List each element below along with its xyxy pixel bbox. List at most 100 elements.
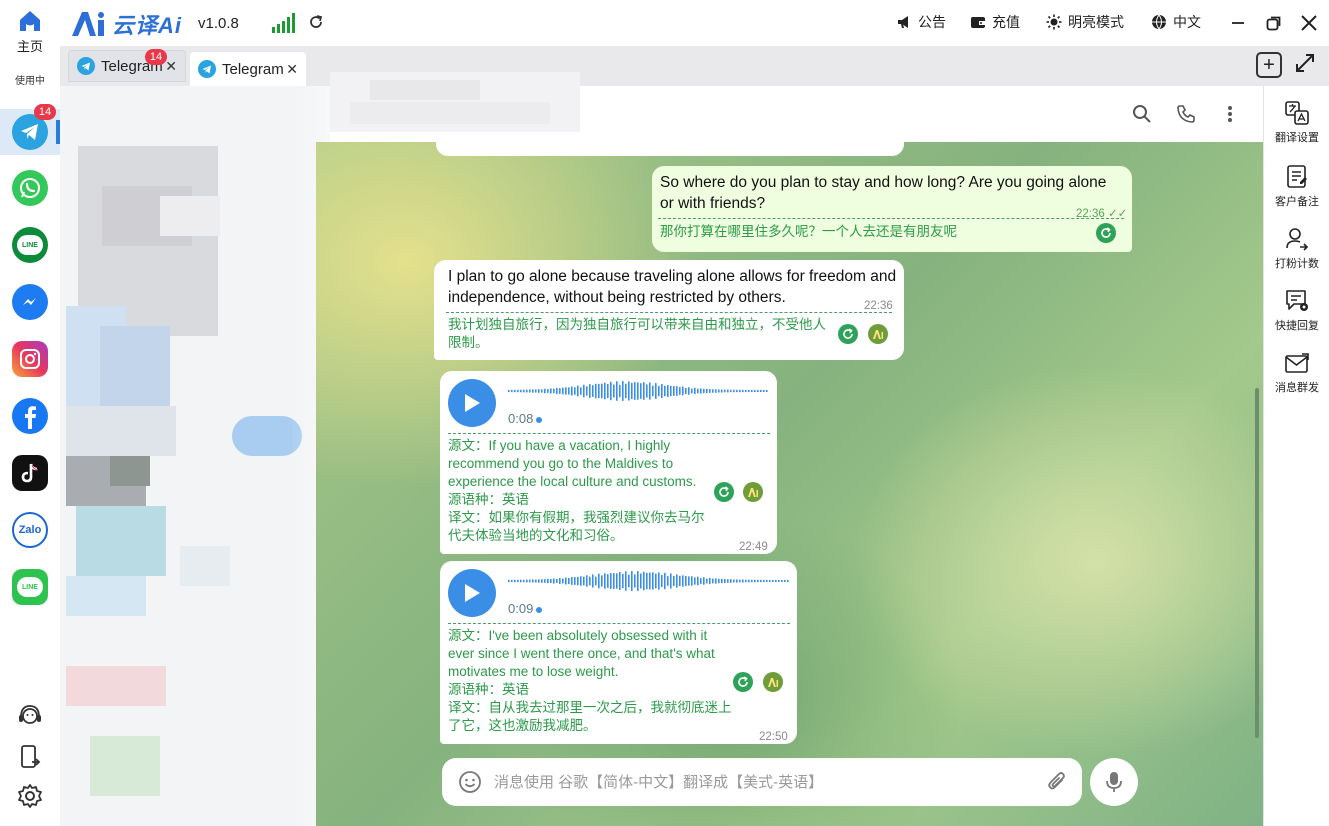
waveform-bar	[562, 578, 564, 584]
waveform-bar	[595, 383, 597, 399]
retranslate-button[interactable]	[733, 672, 753, 692]
wallet-icon	[971, 17, 985, 28]
ai-logo-icon	[72, 12, 104, 36]
attach-icon[interactable]	[1046, 770, 1068, 794]
message-bubble-incoming[interactable]: I plan to go alone because traveling alo…	[434, 260, 904, 360]
tab-telegram-1[interactable]: Telegram ✕ 14	[68, 49, 186, 82]
translation-label: 译文：	[448, 510, 489, 525]
sidebar-app-facebook[interactable]	[12, 398, 48, 434]
ai-translate-button[interactable]	[868, 324, 888, 344]
search-button[interactable]	[1130, 102, 1154, 126]
sidebar-app-tiktok[interactable]	[12, 455, 48, 491]
maximize-button[interactable]	[1263, 12, 1285, 34]
refresh-icon[interactable]	[308, 14, 324, 30]
tool-label: 客户备注	[1275, 196, 1319, 208]
retranslate-button[interactable]	[1096, 223, 1116, 243]
waveform-bar	[541, 579, 543, 583]
retranslate-button[interactable]	[838, 324, 858, 344]
minimize-button[interactable]	[1227, 12, 1249, 34]
tool-label: 翻译设置	[1275, 132, 1319, 144]
sidebar-app-messenger[interactable]	[12, 284, 48, 320]
restore-icon	[1266, 16, 1281, 31]
add-tab-button[interactable]: +	[1256, 52, 1282, 78]
tool-customer-notes[interactable]: 客户备注	[1264, 164, 1329, 209]
customer-service-button[interactable]	[14, 700, 46, 732]
voice-duration: 0:08	[508, 408, 543, 429]
tab-close-icon[interactable]: ✕	[286, 61, 298, 78]
sidebar-app-instagram[interactable]	[12, 341, 48, 377]
settings-button[interactable]	[14, 780, 46, 812]
chat-area: So where do you plan to stay and how lon…	[316, 142, 1263, 826]
retranslate-button[interactable]	[714, 482, 734, 502]
waveform-bar	[724, 578, 726, 584]
waveform-bar	[646, 384, 648, 398]
sidebar-app-line-2[interactable]: LINE	[12, 569, 48, 605]
translation-text: 我计划独自旅行，因为独自旅行可以带来自由和独立，不受他人限制。	[448, 317, 826, 350]
sidebar-app-line[interactable]: LINE	[12, 227, 48, 263]
home-button[interactable]: 主页	[8, 8, 52, 55]
tool-quick-reply[interactable]: 快捷回复	[1264, 288, 1329, 333]
chat-list-blurred[interactable]	[60, 86, 330, 826]
waveform-bar	[556, 388, 558, 394]
waveform-bar	[622, 381, 624, 401]
waveform-bar	[580, 576, 582, 586]
unplayed-dot	[536, 416, 543, 423]
emoji-icon[interactable]	[458, 770, 482, 794]
unplayed-dot	[536, 606, 543, 613]
ai-translate-button[interactable]	[743, 482, 763, 502]
waveform-bar	[775, 579, 777, 583]
translation-text: 自从我去过那里一次之后，我就彻底迷上了它，这也激励我减肥。	[448, 700, 732, 733]
waveform-bar	[757, 579, 759, 583]
waveform-bar	[640, 573, 642, 589]
waveform-bar	[520, 389, 522, 393]
waveform-bar	[514, 579, 516, 583]
chat-scrollbar[interactable]	[1255, 388, 1259, 738]
tab-close-icon[interactable]: ✕	[165, 58, 177, 75]
minimize-icon	[1232, 22, 1244, 24]
sidebar-app-zalo[interactable]: Zalo	[12, 512, 48, 548]
waveform-bar	[781, 579, 783, 583]
voice-record-button[interactable]	[1090, 758, 1138, 806]
ai-translate-button[interactable]	[763, 672, 783, 692]
waveform-bar	[604, 382, 606, 400]
tab-telegram-2[interactable]: Telegram ✕	[190, 52, 306, 86]
voice-duration-text: 0:08	[508, 411, 534, 426]
tool-follower-count[interactable]: 打粉计数	[1264, 226, 1329, 271]
waveform-bar	[670, 573, 672, 589]
gear-icon	[18, 784, 42, 808]
source-text: I've been absolutely obsessed with it ev…	[448, 628, 715, 679]
recharge-button[interactable]: 充值	[970, 12, 1020, 32]
voice-message-bubble[interactable]: 0:09 源文：I've been absolutely obsessed wi…	[440, 561, 797, 744]
waveform-bar	[601, 575, 603, 587]
waveform-bar	[580, 387, 582, 395]
waveform-bar	[574, 387, 576, 395]
facebook-icon	[25, 406, 36, 429]
waveform-bar	[622, 573, 624, 589]
waveform-bar	[733, 579, 735, 583]
tool-translate-settings[interactable]: 翻译设置	[1264, 100, 1329, 145]
waveform-bar	[532, 579, 534, 583]
translation-divider	[448, 623, 790, 624]
waveform-bar	[565, 387, 567, 395]
close-window-button[interactable]	[1298, 12, 1320, 34]
message-input[interactable]	[494, 773, 1034, 791]
language-selector[interactable]: 中文	[1151, 12, 1201, 32]
sidebar-app-whatsapp[interactable]	[12, 170, 48, 206]
tool-bulk-message[interactable]: 消息群发	[1264, 352, 1329, 395]
app-version: v1.0.8	[198, 15, 239, 32]
waveform-bar	[592, 574, 594, 588]
announcement-button[interactable]: 公告	[896, 12, 946, 32]
message-bubble-outgoing[interactable]: So where do you plan to stay and how lon…	[652, 166, 1132, 252]
play-button[interactable]	[448, 569, 496, 617]
waveform-bar	[553, 388, 555, 394]
waveform-bar	[652, 572, 654, 590]
call-button[interactable]	[1174, 102, 1198, 126]
waveform-bar	[526, 389, 528, 393]
expand-icon[interactable]	[1294, 52, 1316, 74]
theme-toggle[interactable]: 明亮模式	[1046, 12, 1124, 32]
voice-message-bubble[interactable]: 0:08 源文：If you have a vacation, I highly…	[440, 371, 777, 554]
device-button[interactable]	[14, 741, 46, 773]
waveform-bar	[778, 579, 780, 583]
play-button[interactable]	[448, 379, 496, 427]
more-button[interactable]	[1218, 102, 1242, 126]
